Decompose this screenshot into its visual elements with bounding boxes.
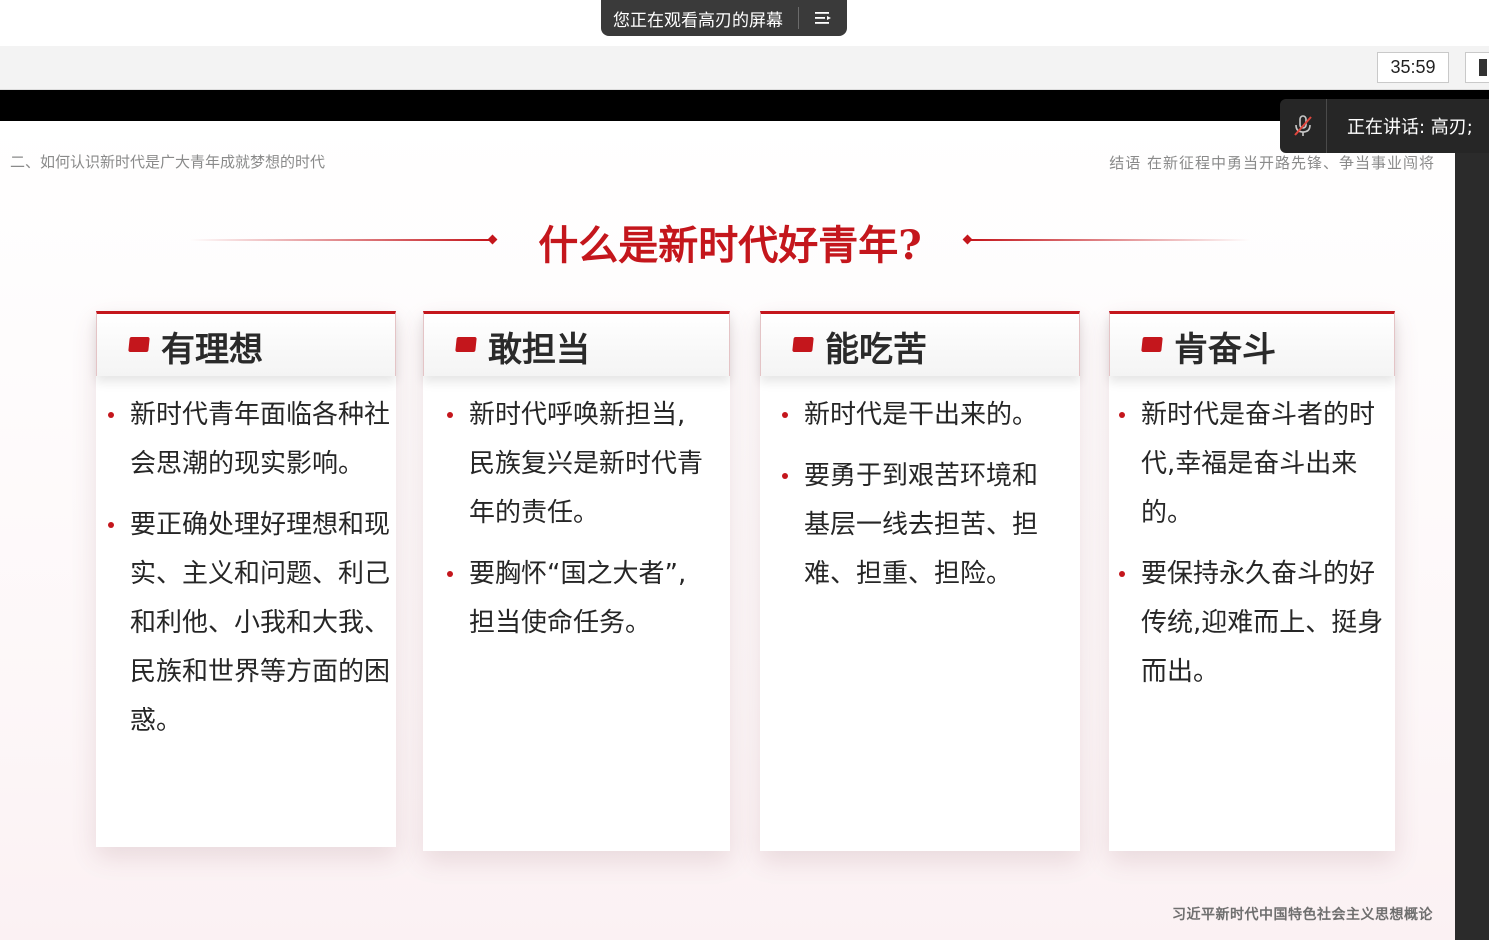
card-marker-icon	[455, 337, 477, 352]
shared-slide: 二、如何认识新时代是广大青年成就梦想的时代 结语 在新征程中勇当开路先锋、争当事…	[0, 121, 1455, 940]
card-bullet: 要勇于到艰苦环境和基层一线去担苦、担难、担重、担险。	[782, 452, 1054, 599]
card-bullet: 新时代是干出来的。	[782, 391, 1054, 440]
title-rule-right	[970, 239, 1250, 241]
card-ken-fendou: 肯奋斗 新时代是奋斗者的时代,幸福是奋斗出来的。 要保持永久奋斗的好传统,迎难而…	[1109, 311, 1395, 851]
card-you-lixiang: 有理想 新时代青年面临各种社会思潮的现实影响。 要正确处理好理想和现实、主义和问…	[96, 311, 396, 847]
card-bullet: 要保持永久奋斗的好传统,迎难而上、挺身而出。	[1119, 550, 1389, 697]
mic-muted-icon	[1280, 99, 1327, 153]
active-speaker-indicator: 正在讲话: 高刃;	[1280, 99, 1489, 153]
card-marker-icon	[128, 337, 150, 352]
menu-icon[interactable]	[799, 0, 847, 36]
card-title: 肯奋斗	[1174, 330, 1276, 370]
card-gan-dandang: 敢担当 新时代呼唤新担当,民族复兴是新时代青年的责任。 要胸怀“国之大者”,担当…	[423, 311, 730, 851]
card-title: 敢担当	[488, 330, 590, 370]
card-marker-icon	[1141, 337, 1163, 352]
card-header: 肯奋斗	[1109, 311, 1395, 376]
card-bullet: 要胸怀“国之大者”,担当使命任务。	[447, 550, 710, 648]
screen-share-banner[interactable]: 您正在观看高刃的屏幕	[601, 0, 847, 36]
card-header: 敢担当	[423, 311, 730, 376]
card-neng-chiku: 能吃苦 新时代是干出来的。 要勇于到艰苦环境和基层一线去担苦、担难、担重、担险。	[760, 311, 1080, 851]
meeting-timer: 35:59	[1377, 52, 1449, 83]
letterbox-bar	[0, 90, 1489, 121]
screen-share-text: 您正在观看高刃的屏幕	[613, 10, 783, 31]
panel-toggle-button[interactable]	[1465, 52, 1489, 83]
meeting-toolbar	[0, 46, 1489, 90]
card-body: 新时代是干出来的。 要勇于到艰苦环境和基层一线去担苦、担难、担重、担险。	[782, 391, 1054, 611]
slide-title: 什么是新时代好青年?	[538, 222, 922, 269]
card-header: 有理想	[96, 311, 396, 376]
card-body: 新时代呼唤新担当,民族复兴是新时代青年的责任。 要胸怀“国之大者”,担当使命任务…	[447, 391, 710, 660]
card-bullet: 要正确处理好理想和现实、主义和问题、利己和利他、小我和大我、民族和世界等方面的困…	[108, 501, 392, 746]
card-bullet: 新时代青年面临各种社会思潮的现实影响。	[108, 391, 392, 489]
card-title: 能吃苦	[825, 330, 927, 370]
title-rule-left	[190, 239, 490, 241]
card-bullet: 新时代是奋斗者的时代,幸福是奋斗出来的。	[1119, 391, 1389, 538]
card-header: 能吃苦	[760, 311, 1080, 376]
card-body: 新时代是奋斗者的时代,幸福是奋斗出来的。 要保持永久奋斗的好传统,迎难而上、挺身…	[1119, 391, 1389, 709]
card-marker-icon	[792, 337, 814, 352]
right-gutter	[1455, 121, 1489, 940]
slide-breadcrumb: 二、如何认识新时代是广大青年成就梦想的时代	[10, 153, 326, 171]
card-body: 新时代青年面临各种社会思潮的现实影响。 要正确处理好理想和现实、主义和问题、利己…	[108, 391, 392, 758]
slide-section-label: 结语 在新征程中勇当开路先锋、争当事业闯将	[1109, 154, 1435, 172]
card-title: 有理想	[161, 330, 263, 370]
slide-footer: 习近平新时代中国特色社会主义思想概论	[1172, 907, 1433, 923]
card-bullet: 新时代呼唤新担当,民族复兴是新时代青年的责任。	[447, 391, 710, 538]
speaker-label: 正在讲话: 高刃;	[1347, 117, 1473, 138]
